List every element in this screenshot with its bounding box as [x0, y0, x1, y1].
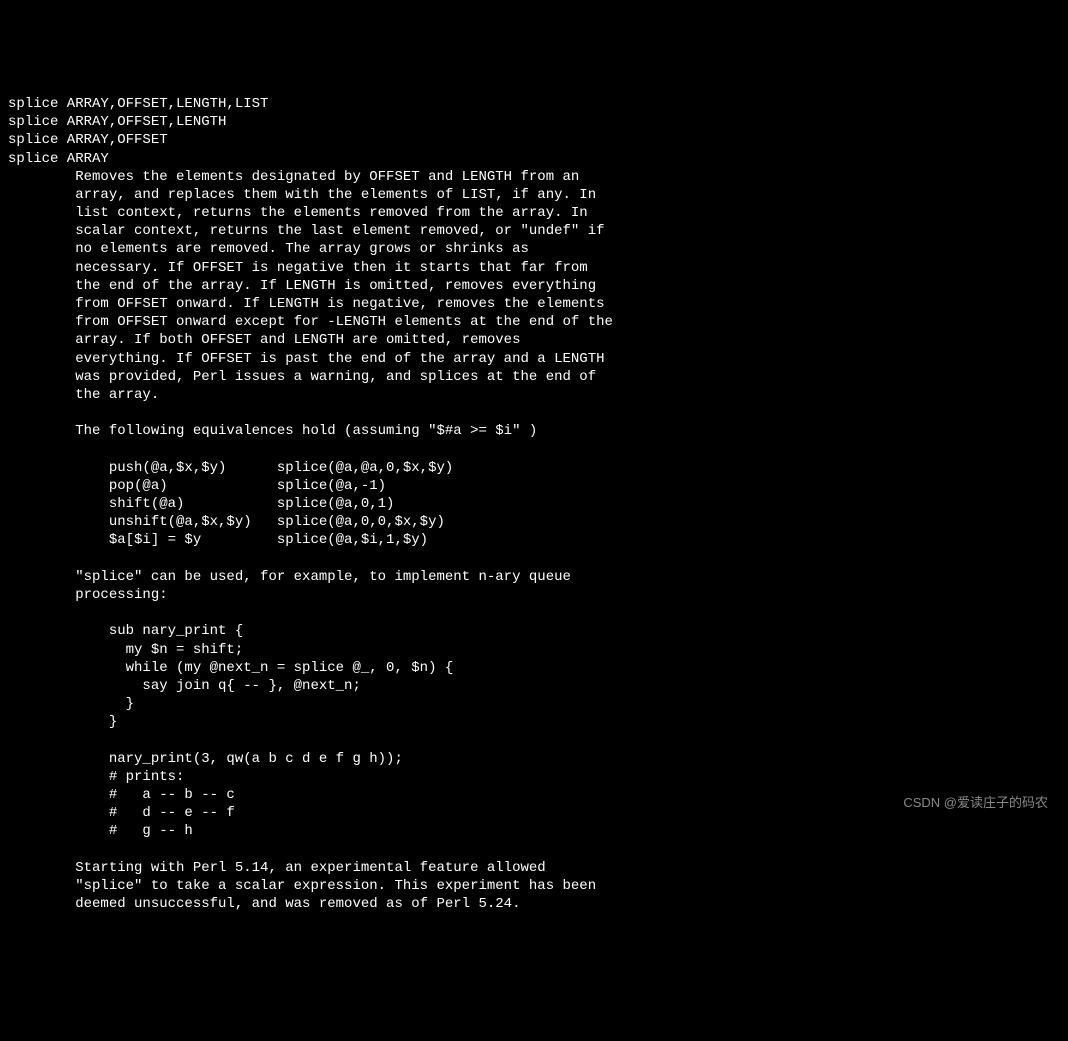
description-line: everything. If OFFSET is past the end of… [8, 351, 605, 367]
equivalences-intro: The following equivalences hold (assumin… [8, 423, 537, 439]
footer-line: "splice" to take a scalar expression. Th… [8, 878, 596, 894]
example-code-line: } [8, 714, 117, 730]
example-intro-line: processing: [8, 587, 168, 603]
equivalence-row: pop(@a) splice(@a,-1) [8, 478, 386, 494]
example-code-line: } [8, 696, 134, 712]
example-code-line: while (my @next_n = splice @_, 0, $n) { [8, 660, 453, 676]
description-line: scalar context, returns the last element… [8, 223, 605, 239]
example-intro-line: "splice" can be used, for example, to im… [8, 569, 571, 585]
synopsis-line-2: splice ARRAY,OFFSET,LENGTH [8, 114, 226, 130]
synopsis-line-4: splice ARRAY [8, 151, 109, 167]
example-code-line: nary_print(3, qw(a b c d e f g h)); [8, 751, 403, 767]
equivalence-row: push(@a,$x,$y) splice(@a,@a,0,$x,$y) [8, 460, 453, 476]
example-code-line: # g -- h [8, 823, 193, 839]
example-code-line: # a -- b -- c [8, 787, 235, 803]
manpage-content: splice ARRAY,OFFSET,LENGTH,LIST splice A… [8, 77, 1060, 914]
example-code-line: # d -- e -- f [8, 805, 235, 821]
description-line: Removes the elements designated by OFFSE… [8, 169, 579, 185]
description-line: was provided, Perl issues a warning, and… [8, 369, 596, 385]
description-line: necessary. If OFFSET is negative then it… [8, 260, 588, 276]
description-line: list context, returns the elements remov… [8, 205, 588, 221]
equivalence-row: $a[$i] = $y splice(@a,$i,1,$y) [8, 532, 428, 548]
description-line: no elements are removed. The array grows… [8, 241, 529, 257]
footer-line: deemed unsuccessful, and was removed as … [8, 896, 520, 912]
description-line: from OFFSET onward except for -LENGTH el… [8, 314, 613, 330]
description-line: array, and replaces them with the elemen… [8, 187, 596, 203]
synopsis-line-3: splice ARRAY,OFFSET [8, 132, 168, 148]
description-line: array. If both OFFSET and LENGTH are omi… [8, 332, 520, 348]
example-code-line: sub nary_print { [8, 623, 243, 639]
example-code-line: my $n = shift; [8, 642, 243, 658]
equivalence-row: unshift(@a,$x,$y) splice(@a,0,0,$x,$y) [8, 514, 445, 530]
equivalence-row: shift(@a) splice(@a,0,1) [8, 496, 394, 512]
example-code-line: say join q{ -- }, @next_n; [8, 678, 361, 694]
description-line: the end of the array. If LENGTH is omitt… [8, 278, 596, 294]
watermark-text: CSDN @爱读庄子的码农 [903, 795, 1048, 812]
description-line: the array. [8, 387, 159, 403]
footer-line: Starting with Perl 5.14, an experimental… [8, 860, 546, 876]
description-line: from OFFSET onward. If LENGTH is negativ… [8, 296, 605, 312]
synopsis-line-1: splice ARRAY,OFFSET,LENGTH,LIST [8, 96, 268, 112]
example-code-line: # prints: [8, 769, 184, 785]
